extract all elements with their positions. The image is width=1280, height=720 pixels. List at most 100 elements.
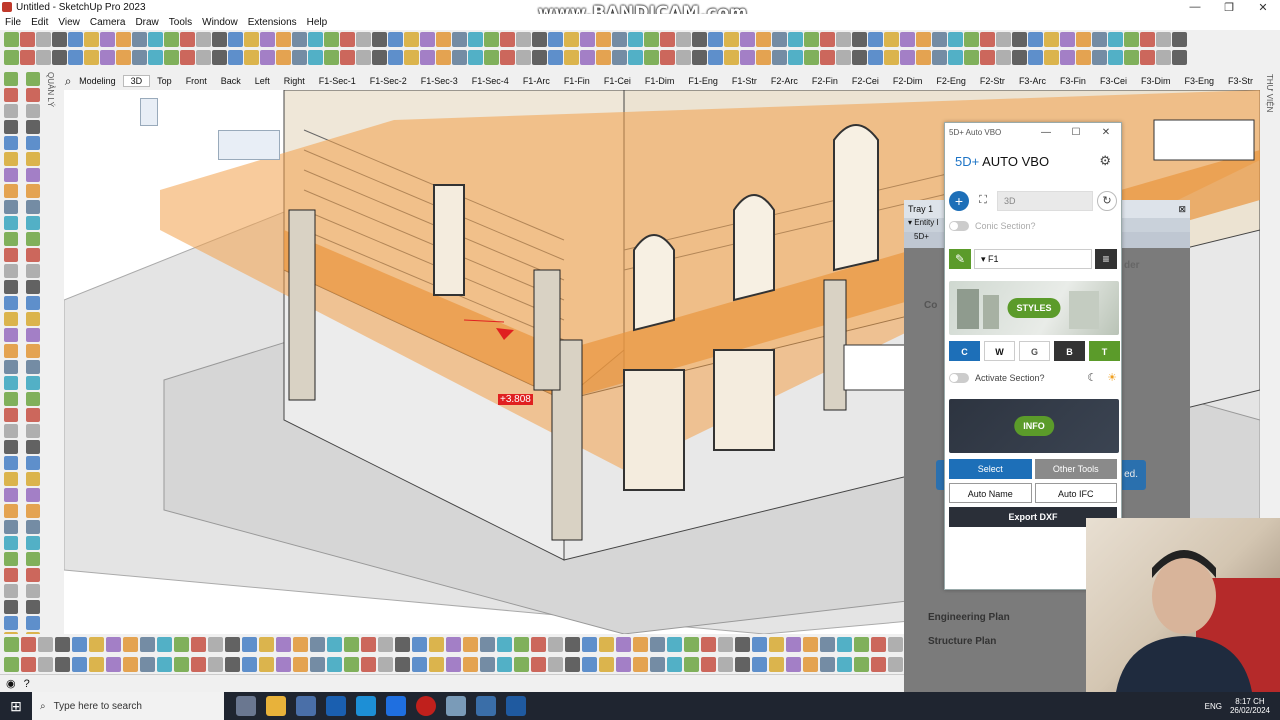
sketchup-taskbar-icon[interactable] xyxy=(326,696,346,716)
settings-gear-icon[interactable]: ⚙ xyxy=(1099,153,1111,169)
toolbar-tool-icon[interactable] xyxy=(735,636,750,652)
toolbar-tool-icon[interactable] xyxy=(718,656,733,672)
toolbar-tool-icon[interactable] xyxy=(26,488,40,502)
toolbar-tool-icon[interactable] xyxy=(26,616,40,630)
toolbar-tool-icon[interactable] xyxy=(420,31,435,47)
toolbar-tool-icon[interactable] xyxy=(836,31,851,47)
toolbar-tool-icon[interactable] xyxy=(596,49,611,65)
toolbar-tool-icon[interactable] xyxy=(344,656,359,672)
toolbar-tool-icon[interactable] xyxy=(4,456,18,470)
toolbar-tool-icon[interactable] xyxy=(463,636,478,652)
toolbar-tool-icon[interactable] xyxy=(191,636,206,652)
toolbar-tool-icon[interactable] xyxy=(612,49,627,65)
toolbar-tool-icon[interactable] xyxy=(132,49,147,65)
toolbar-tool-icon[interactable] xyxy=(1012,31,1027,47)
toolbar-tool-icon[interactable] xyxy=(420,49,435,65)
bandicam-icon[interactable] xyxy=(416,696,436,716)
toolbar-tool-icon[interactable] xyxy=(932,31,947,47)
toolbar-tool-icon[interactable] xyxy=(340,49,355,65)
toolbar-tool-icon[interactable] xyxy=(100,31,115,47)
toolbar-tool-icon[interactable] xyxy=(4,636,19,652)
toolbar-tool-icon[interactable] xyxy=(4,616,18,630)
toolbar-tool-icon[interactable] xyxy=(4,424,18,438)
toolbar-tool-icon[interactable] xyxy=(26,120,40,134)
toolbar-tool-icon[interactable] xyxy=(157,656,172,672)
toolbar-tool-icon[interactable] xyxy=(361,656,376,672)
toolbar-tool-icon[interactable] xyxy=(1060,49,1075,65)
toolbar-tool-icon[interactable] xyxy=(708,31,723,47)
menu-tools[interactable]: Tools xyxy=(164,17,197,28)
toolbar-tool-icon[interactable] xyxy=(4,328,18,342)
toolbar-tool-icon[interactable] xyxy=(484,49,499,65)
toolbar-tool-icon[interactable] xyxy=(327,656,342,672)
toolbar-tool-icon[interactable] xyxy=(310,656,325,672)
toolbar-tool-icon[interactable] xyxy=(516,31,531,47)
toolbar-tool-icon[interactable] xyxy=(4,568,18,582)
toolbar-tool-icon[interactable] xyxy=(26,184,40,198)
toolbar-tool-icon[interactable] xyxy=(565,656,580,672)
toolbar-tool-icon[interactable] xyxy=(20,49,35,65)
toolbar-tool-icon[interactable] xyxy=(701,636,716,652)
plugin-maximize-button[interactable]: ☐ xyxy=(1061,127,1091,138)
toolbar-tool-icon[interactable] xyxy=(756,31,771,47)
floor-select[interactable]: ▾ F1 xyxy=(974,249,1092,269)
toolbar-tool-icon[interactable] xyxy=(412,636,427,652)
toolbar-tool-icon[interactable] xyxy=(452,31,467,47)
toolbar-tool-icon[interactable] xyxy=(196,31,211,47)
toolbar-tool-icon[interactable] xyxy=(84,31,99,47)
toolbar-tool-icon[interactable] xyxy=(412,656,427,672)
toolbar-tool-icon[interactable] xyxy=(1124,49,1139,65)
moon-icon[interactable]: ☾ xyxy=(1087,371,1097,384)
toolbar-tool-icon[interactable] xyxy=(26,456,40,470)
toolbar-tool-icon[interactable] xyxy=(752,656,767,672)
toolbar-tool-icon[interactable] xyxy=(616,656,631,672)
toolbar-tool-icon[interactable] xyxy=(259,656,274,672)
toolbar-tool-icon[interactable] xyxy=(106,656,121,672)
conic-toggle[interactable] xyxy=(949,221,969,231)
toolbar-tool-icon[interactable] xyxy=(308,31,323,47)
select-button[interactable]: Select xyxy=(949,459,1032,479)
toolbar-tool-icon[interactable] xyxy=(803,656,818,672)
toolbar-tool-icon[interactable] xyxy=(4,312,18,326)
toolbar-tool-icon[interactable] xyxy=(26,584,40,598)
toolbar-tool-icon[interactable] xyxy=(1140,49,1155,65)
toolbar-tool-icon[interactable] xyxy=(684,636,699,652)
toolbar-tool-icon[interactable] xyxy=(500,49,515,65)
toolbar-tool-icon[interactable] xyxy=(26,600,40,614)
toolbar-tool-icon[interactable] xyxy=(308,49,323,65)
toolbar-tool-icon[interactable] xyxy=(599,636,614,652)
tab-f2-fin[interactable]: F2-Fin xyxy=(805,76,845,86)
tab-f3-eng[interactable]: F3-Eng xyxy=(1177,76,1221,86)
tab-f1-str[interactable]: F1-Str xyxy=(725,76,764,86)
toolbar-tool-icon[interactable] xyxy=(692,31,707,47)
toolbar-tool-icon[interactable] xyxy=(4,600,18,614)
toolbar-tool-icon[interactable] xyxy=(4,296,18,310)
toolbar-tool-icon[interactable] xyxy=(4,200,18,214)
toolbar-tool-icon[interactable] xyxy=(260,31,275,47)
toolbar-tool-icon[interactable] xyxy=(180,31,195,47)
toolbar-tool-icon[interactable] xyxy=(4,120,18,134)
toolbar-tool-icon[interactable] xyxy=(388,49,403,65)
toolbar-tool-icon[interactable] xyxy=(868,49,883,65)
toolbar-tool-icon[interactable] xyxy=(756,49,771,65)
toolbar-tool-icon[interactable] xyxy=(378,656,393,672)
toolbar-tool-icon[interactable] xyxy=(854,636,869,652)
toolbar-tool-icon[interactable] xyxy=(4,136,18,150)
calculator-icon[interactable] xyxy=(296,696,316,716)
toolbar-tool-icon[interactable] xyxy=(4,232,18,246)
toolbar-tool-icon[interactable] xyxy=(612,31,627,47)
toolbar-tool-icon[interactable] xyxy=(26,216,40,230)
tray-close-icon[interactable]: ⊠ xyxy=(1178,204,1186,215)
help-icon[interactable]: ? xyxy=(24,678,30,690)
toolbar-tool-icon[interactable] xyxy=(514,656,529,672)
tab-modeling[interactable]: Modeling xyxy=(72,76,123,86)
toolbar-tool-icon[interactable] xyxy=(174,656,189,672)
toolbar-tool-icon[interactable] xyxy=(804,31,819,47)
tab-f1-sec-1[interactable]: F1-Sec-1 xyxy=(312,76,363,86)
toolbar-tool-icon[interactable] xyxy=(4,152,18,166)
plugin-close-button[interactable]: ✕ xyxy=(1091,127,1121,138)
tab-f1-cei[interactable]: F1-Cei xyxy=(597,76,638,86)
toolbar-tool-icon[interactable] xyxy=(4,536,18,550)
toolbar-tool-icon[interactable] xyxy=(116,49,131,65)
toolbar-tool-icon[interactable] xyxy=(4,31,19,47)
